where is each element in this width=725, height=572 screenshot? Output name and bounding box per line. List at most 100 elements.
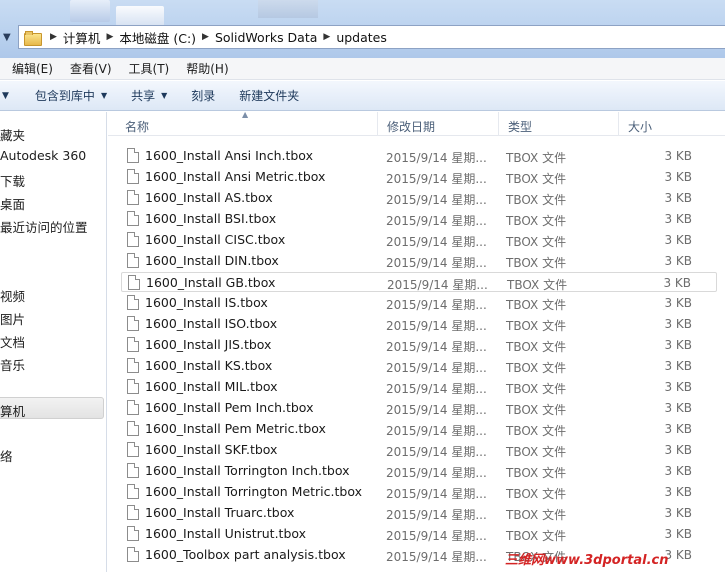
column-header-row: ▲ 名称 修改日期 类型 大小 (108, 110, 725, 136)
taskbar-thumbnail (116, 6, 164, 26)
file-size: 3 KB (663, 276, 691, 290)
file-row[interactable]: 1600_Install Ansi Inch.tbox 2015/9/14 星期.… (121, 146, 717, 166)
column-header-size[interactable]: 大小 (619, 112, 719, 136)
file-row[interactable]: 1600_Install Pem Metric.tbox 2015/9/14 星期… (121, 419, 717, 439)
recent-pages-dropdown-icon[interactable]: ▼ (3, 32, 17, 46)
menu-edit[interactable]: 编辑(E) (12, 60, 53, 77)
new-folder-button[interactable]: 新建文件夹 (239, 87, 299, 104)
file-type: TBOX 文件 (507, 278, 568, 292)
file-date: 2015/9/14 星期... (387, 278, 488, 292)
share-button[interactable]: 共享 ▼ (131, 87, 167, 104)
file-row[interactable]: 1600_Install MIL.tbox 2015/9/14 星期... TBOX… (121, 377, 717, 397)
menu-view[interactable]: 查看(V) (70, 60, 112, 77)
menu-bar: 编辑(E) 查看(V) 工具(T) 帮助(H) (0, 58, 725, 80)
file-list: ▲ 名称 修改日期 类型 大小 1600_Install Ansi Inch.t… (108, 110, 725, 572)
sidebar-item-pictures[interactable]: 图片 (0, 309, 25, 328)
file-row[interactable]: 1600_Install Ansi Metric.tbox 2015/9/14 星… (121, 167, 717, 187)
file-icon (127, 463, 139, 478)
file-date: 2015/9/14 星期... (386, 298, 487, 312)
chevron-right-icon[interactable]: ▶ (196, 32, 215, 42)
file-row[interactable]: 1600_Install Torrington Inch.tbox 2015/9/… (121, 461, 717, 481)
dropdown-arrow-icon: ▼ (161, 91, 168, 100)
file-row[interactable]: 1600_Install GB.tbox 2015/9/14 星期... TBOX … (121, 272, 717, 292)
file-size: 3 KB (664, 527, 692, 541)
sidebar-item-desktop[interactable]: 桌面 (0, 194, 25, 213)
sidebar-item-network[interactable]: 络 (0, 446, 13, 465)
breadcrumb-updates[interactable]: updates (336, 30, 387, 45)
file-size: 3 KB (664, 317, 692, 331)
file-name: 1600_Toolbox part analysis.tbox (145, 547, 346, 562)
file-icon (127, 232, 139, 247)
file-name: 1600_Install JIS.tbox (145, 337, 272, 352)
file-name: 1600_Install Ansi Inch.tbox (145, 148, 313, 163)
file-name: 1600_Install CISC.tbox (145, 232, 286, 247)
sidebar-item-autodesk-360[interactable]: Autodesk 360 (0, 148, 86, 163)
file-type: TBOX 文件 (506, 403, 567, 417)
file-name: 1600_Install IS.tbox (145, 295, 268, 310)
file-date: 2015/9/14 星期... (386, 319, 487, 333)
file-type: TBOX 文件 (506, 424, 567, 438)
file-date: 2015/9/14 星期... (386, 550, 487, 564)
file-size: 3 KB (664, 233, 692, 247)
breadcrumb-computer[interactable]: 计算机 (63, 28, 101, 47)
file-icon (127, 505, 139, 520)
sidebar-item-downloads[interactable]: 下载 (0, 171, 25, 190)
file-type: TBOX 文件 (506, 382, 567, 396)
file-date: 2015/9/14 星期... (386, 256, 487, 270)
file-type: TBOX 文件 (506, 298, 567, 312)
chevron-right-icon[interactable]: ▶ (100, 32, 119, 42)
file-icon (127, 358, 139, 373)
file-size: 3 KB (664, 212, 692, 226)
column-header-type[interactable]: 类型 (499, 112, 619, 136)
burn-button[interactable]: 刻录 (191, 87, 215, 104)
file-row[interactable]: 1600_Install DIN.tbox 2015/9/14 星期... TBOX… (121, 251, 717, 271)
file-size: 3 KB (664, 464, 692, 478)
file-row[interactable]: 1600_Install BSI.tbox 2015/9/14 星期... TBOX… (121, 209, 717, 229)
column-header-date[interactable]: 修改日期 (378, 112, 499, 136)
file-row[interactable]: 1600_Install SKF.tbox 2015/9/14 星期... TBOX… (121, 440, 717, 460)
sidebar-item-documents[interactable]: 文档 (0, 332, 25, 351)
file-size: 3 KB (664, 254, 692, 268)
file-type: TBOX 文件 (506, 172, 567, 186)
file-row[interactable]: 1600_Install Torrington Metric.tbox 2015/… (121, 482, 717, 502)
include-in-library-button[interactable]: 包含到库中 ▼ (35, 87, 107, 104)
file-row[interactable]: 1600_Install JIS.tbox 2015/9/14 星期... TBOX… (121, 335, 717, 355)
menu-help[interactable]: 帮助(H) (186, 60, 228, 77)
file-type: TBOX 文件 (506, 466, 567, 480)
file-name: 1600_Install SKF.tbox (145, 442, 278, 457)
file-type: TBOX 文件 (506, 529, 567, 543)
file-size: 3 KB (664, 191, 692, 205)
navigation-pane: 藏夹 Autodesk 360 下载 桌面 最近访问的位置 视频 图片 文档 音… (0, 112, 107, 572)
organize-chevron-icon[interactable]: ▼ (2, 91, 9, 101)
file-row[interactable]: 1600_Install KS.tbox 2015/9/14 星期... TBOX … (121, 356, 717, 376)
file-size: 3 KB (664, 401, 692, 415)
file-type: TBOX 文件 (506, 508, 567, 522)
file-date: 2015/9/14 星期... (386, 214, 487, 228)
file-size: 3 KB (664, 485, 692, 499)
file-date: 2015/9/14 星期... (386, 403, 487, 417)
breadcrumb-solidworks-data[interactable]: SolidWorks Data (215, 30, 317, 45)
sidebar-item-music[interactable]: 音乐 (0, 355, 25, 374)
file-row[interactable]: 1600_Install IS.tbox 2015/9/14 星期... TBOX … (121, 293, 717, 313)
breadcrumb-local-disk[interactable]: 本地磁盘 (C:) (119, 28, 196, 47)
file-icon (127, 547, 139, 562)
file-row[interactable]: 1600_Install ISO.tbox 2015/9/14 星期... TBOX… (121, 314, 717, 334)
file-row[interactable]: 1600_Install Pem Inch.tbox 2015/9/14 星期..… (121, 398, 717, 418)
sidebar-item-favorites[interactable]: 藏夹 (0, 125, 25, 144)
file-icon (127, 484, 139, 499)
sidebar-item-videos[interactable]: 视频 (0, 286, 25, 305)
chevron-right-icon[interactable]: ▶ (44, 32, 63, 42)
file-name: 1600_Install Unistrut.tbox (145, 526, 307, 541)
file-row[interactable]: 1600_Install Truarc.tbox 2015/9/14 星期... T… (121, 503, 717, 523)
sidebar-item-recent-places[interactable]: 最近访问的位置 (0, 217, 88, 236)
column-header-name[interactable]: 名称 (116, 112, 378, 136)
menu-tools[interactable]: 工具(T) (129, 60, 170, 77)
file-name: 1600_Install Truarc.tbox (145, 505, 295, 520)
file-row[interactable]: 1600_Install CISC.tbox 2015/9/14 星期... TBO… (121, 230, 717, 250)
sidebar-item-computer[interactable]: 算机 (0, 397, 104, 419)
file-row[interactable]: 1600_Install AS.tbox 2015/9/14 星期... TBOX … (121, 188, 717, 208)
chevron-right-icon[interactable]: ▶ (317, 32, 336, 42)
address-bar[interactable]: ▶ 计算机 ▶ 本地磁盘 (C:) ▶ SolidWorks Data ▶ up… (18, 25, 725, 49)
file-type: TBOX 文件 (506, 214, 567, 228)
file-row[interactable]: 1600_Install Unistrut.tbox 2015/9/14 星期..… (121, 524, 717, 544)
